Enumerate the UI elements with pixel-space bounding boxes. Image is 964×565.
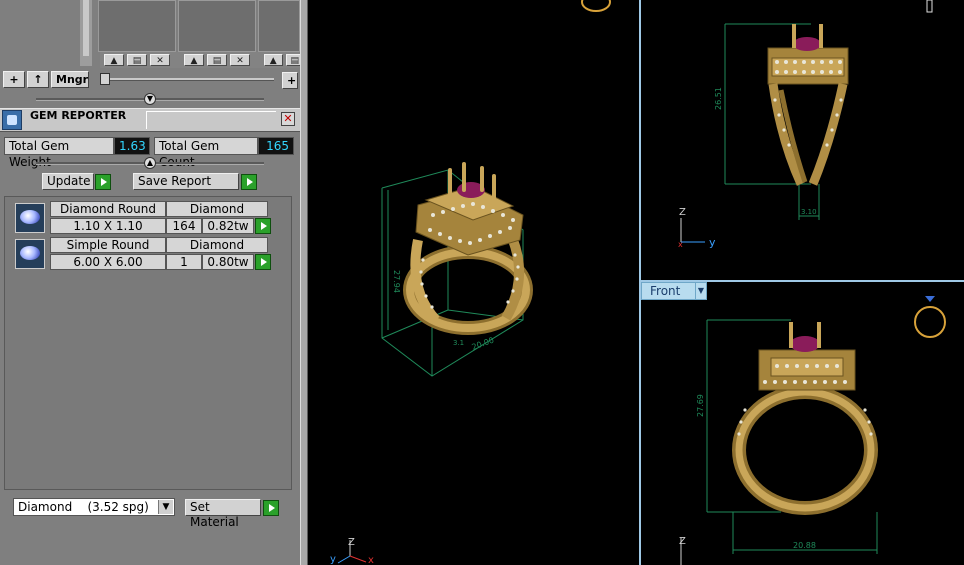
dim-width-label: 3.10 bbox=[801, 208, 817, 216]
update-go-icon[interactable] bbox=[95, 174, 111, 190]
dim-width-label: 20.88 bbox=[793, 541, 816, 550]
slot-up-icon[interactable]: ▲ bbox=[104, 54, 124, 66]
gem-select-icon[interactable] bbox=[255, 254, 271, 270]
axis-gizmo: Z y x bbox=[678, 207, 716, 249]
axis-y-label: y bbox=[709, 236, 716, 249]
perspective-viewport[interactable]: 27.94 20.00 3.1 Z y x bbox=[308, 0, 639, 565]
material-spg: (3.52 spg) bbox=[87, 500, 149, 514]
save-report-go-icon[interactable] bbox=[241, 174, 257, 190]
slot-toolbar: ▲ ▤ ✕ bbox=[100, 52, 180, 68]
slot-toolbar: ▲ ▤ ✕ bbox=[180, 52, 260, 68]
gem-weight: 0.80tw bbox=[202, 254, 254, 270]
slot-toolbar: ▲ ▤ bbox=[260, 52, 304, 68]
gem-reporter-title: GEM REPORTER bbox=[30, 109, 127, 122]
library-toolbar: + ↑ Mngr bbox=[3, 71, 89, 89]
gem-name: Simple Round bbox=[50, 237, 166, 253]
material-value: Diamond bbox=[18, 500, 73, 514]
slider-knob[interactable] bbox=[100, 73, 110, 85]
side-viewport[interactable]: 26.51 3.10 Z y x bbox=[641, 0, 964, 280]
header-tab-area bbox=[146, 111, 276, 129]
view-selector[interactable]: Front ▼ bbox=[641, 282, 707, 300]
dim-height-label: 26.51 bbox=[714, 87, 723, 110]
collapse-icon[interactable]: ▼ bbox=[144, 93, 156, 105]
total-count-value: 165 bbox=[258, 137, 294, 155]
dim-small-label: 3.1 bbox=[453, 339, 464, 347]
diamond-icon bbox=[15, 203, 45, 233]
gem-select-icon[interactable] bbox=[255, 218, 271, 234]
slot-delete-icon[interactable]: ✕ bbox=[150, 54, 170, 66]
dim-width-label: 20.00 bbox=[471, 336, 496, 352]
gem-reporter-icon bbox=[2, 110, 22, 130]
axis-z-label: Z bbox=[679, 536, 686, 547]
scroll-thumb[interactable] bbox=[83, 0, 89, 56]
axis-gizmo: Z y x bbox=[330, 537, 374, 565]
gem-size: 1.10 X 1.10 bbox=[50, 218, 166, 234]
material-select[interactable]: Diamond (3.52 spg) ▼ bbox=[13, 498, 175, 516]
zoom-plus-button[interactable]: + bbox=[282, 72, 298, 89]
gem-list: Diamond Round Diamond 1.10 X 1.10 164 0.… bbox=[4, 196, 292, 490]
slider-track bbox=[104, 78, 274, 81]
expand-icon[interactable]: ▲ bbox=[144, 157, 156, 169]
gem-reporter-header: GEM REPORTER ✕ bbox=[0, 108, 300, 132]
axis-z-label: Z bbox=[679, 207, 686, 218]
orbit-gizmo-icon bbox=[581, 0, 611, 12]
total-weight-value: 1.63 bbox=[114, 137, 150, 155]
axis-x-label: x bbox=[678, 240, 683, 249]
library-scrollbar[interactable] bbox=[80, 0, 92, 66]
chevron-down-icon[interactable]: ▼ bbox=[695, 282, 707, 300]
diamond-icon bbox=[15, 239, 45, 269]
orbit-gizmo-icon bbox=[914, 306, 946, 338]
dim-height-label: 27.94 bbox=[392, 270, 401, 293]
axis-y-label: y bbox=[330, 554, 336, 565]
library-slot[interactable] bbox=[178, 0, 256, 52]
close-icon[interactable]: ✕ bbox=[281, 112, 295, 126]
up-button[interactable]: ↑ bbox=[27, 71, 49, 88]
view-name: Front bbox=[650, 284, 681, 298]
gem-row[interactable]: Diamond Round Diamond 1.10 X 1.10 164 0.… bbox=[12, 201, 274, 235]
slot-up-icon[interactable]: ▲ bbox=[184, 54, 204, 66]
slot-save-icon[interactable]: ▤ bbox=[207, 54, 227, 66]
slot-up-icon[interactable]: ▲ bbox=[264, 54, 283, 66]
save-report-button[interactable]: Save Report bbox=[133, 173, 239, 190]
ring-perspective-render: 27.94 20.00 3.1 Z y x bbox=[330, 0, 611, 565]
left-panel: ▲ ▤ ✕ ▲ ▤ ✕ ▲ ▤ + ↑ Mngr + ▼ GEM REPORTE… bbox=[0, 0, 304, 565]
library-slot[interactable] bbox=[258, 0, 300, 52]
update-button[interactable]: Update bbox=[42, 173, 94, 190]
gem-material: Diamond bbox=[166, 201, 268, 217]
manager-button[interactable]: Mngr bbox=[51, 71, 89, 88]
add-button[interactable]: + bbox=[3, 71, 25, 88]
library-slot[interactable] bbox=[98, 0, 176, 52]
front-viewport[interactable]: 27.69 20.88 Z Front ▼ bbox=[641, 282, 964, 565]
ring-side-render: 26.51 3.10 Z y x bbox=[678, 0, 933, 249]
slot-delete-icon[interactable]: ✕ bbox=[230, 54, 250, 66]
total-count-label: Total Gem Count bbox=[154, 137, 258, 169]
gem-count: 164 bbox=[166, 218, 202, 234]
view-cube-icon bbox=[926, 0, 933, 13]
slot-save-icon[interactable]: ▤ bbox=[127, 54, 147, 66]
chevron-down-icon[interactable]: ▼ bbox=[158, 500, 173, 514]
gem-material: Diamond bbox=[166, 237, 268, 253]
axis-x-label: x bbox=[368, 555, 374, 565]
gem-name: Diamond Round bbox=[50, 201, 166, 217]
gem-size: 6.00 X 6.00 bbox=[50, 254, 166, 270]
gem-count: 1 bbox=[166, 254, 202, 270]
set-material-go-icon[interactable] bbox=[263, 500, 279, 516]
set-material-button[interactable]: Set Material bbox=[185, 499, 261, 529]
dim-height-label: 27.69 bbox=[696, 394, 705, 417]
total-weight-label: Total Gem Weight bbox=[4, 137, 114, 169]
gem-row[interactable]: Simple Round Diamond 6.00 X 6.00 1 0.80t… bbox=[12, 237, 274, 271]
axis-z-label: Z bbox=[348, 537, 355, 548]
panel-splitter[interactable] bbox=[300, 0, 308, 565]
zoom-slider[interactable] bbox=[100, 73, 278, 85]
axis-gizmo: Z bbox=[679, 536, 686, 565]
gem-weight: 0.82tw bbox=[202, 218, 254, 234]
ring-front-render: 27.69 20.88 Z bbox=[679, 296, 946, 565]
